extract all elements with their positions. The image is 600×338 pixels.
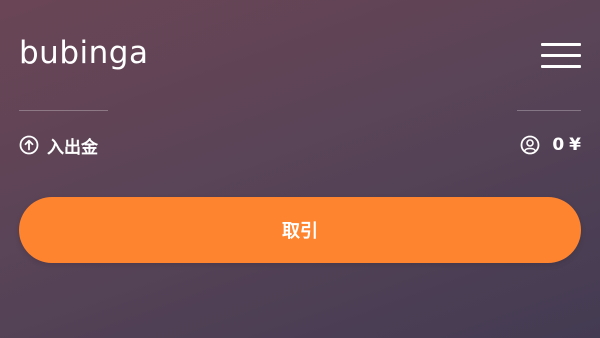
arrow-up-circle-icon [19, 135, 39, 155]
account-balance[interactable]: 0 ¥ [520, 133, 581, 157]
logo[interactable]: bubinga [19, 33, 148, 73]
user-circle-icon [520, 135, 540, 155]
hamburger-menu-icon[interactable] [541, 41, 581, 69]
balance-amount: 0 [552, 135, 565, 155]
balance-currency: ¥ [569, 135, 581, 155]
trade-button[interactable]: 取引 [19, 197, 581, 263]
divider-left [19, 110, 108, 111]
divider-right [517, 110, 581, 111]
deposit-withdraw-link[interactable]: 入出金 [19, 133, 98, 158]
deposit-withdraw-label: 入出金 [47, 137, 98, 158]
